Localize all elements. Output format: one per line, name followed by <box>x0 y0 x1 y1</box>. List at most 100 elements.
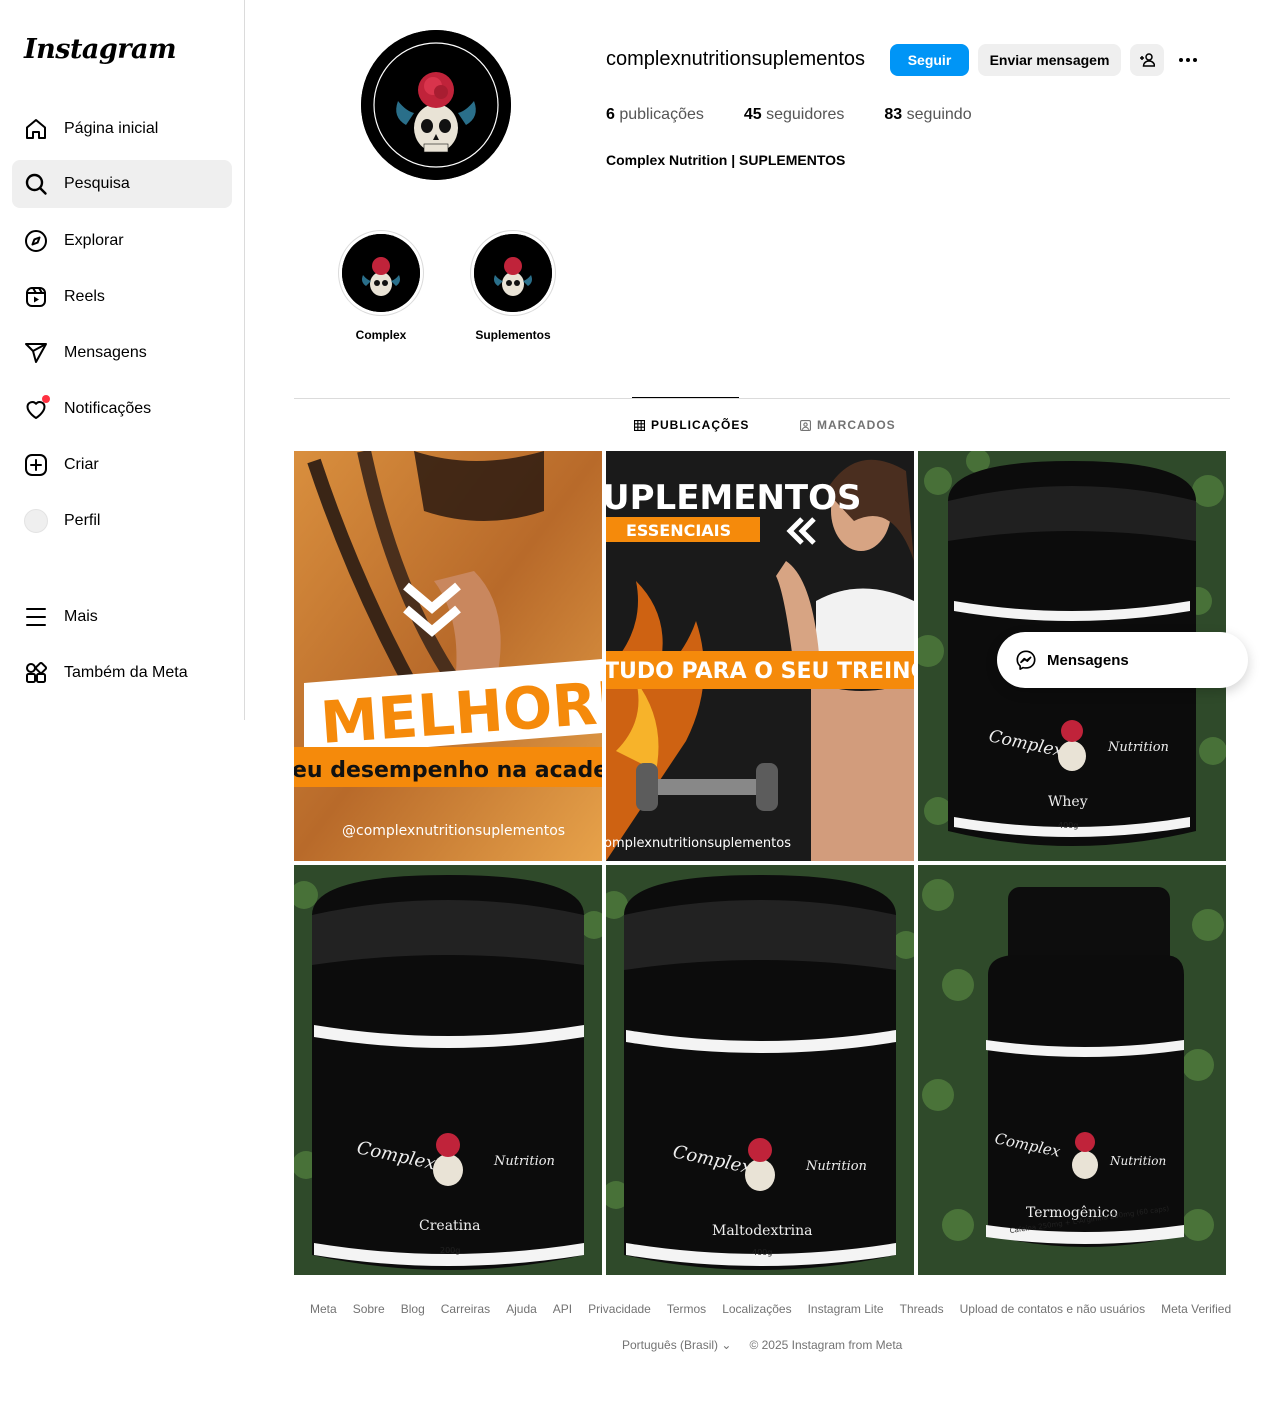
compass-icon <box>24 229 48 253</box>
floating-messages-button[interactable]: Mensagens <box>997 632 1248 688</box>
options-button[interactable] <box>1172 44 1204 76</box>
post-tag: ESSENCIAIS <box>626 521 731 540</box>
product-weight: 400g <box>752 1248 772 1257</box>
heart-icon <box>24 395 50 421</box>
footer-link[interactable]: Instagram Lite <box>808 1302 884 1316</box>
product-brand-secondary: Nutrition <box>1109 1154 1166 1168</box>
suggest-similar-button[interactable] <box>1130 44 1164 76</box>
notification-badge <box>42 395 50 403</box>
post-image: MELHORE eu desempenho na academ @complex… <box>294 451 602 861</box>
sidebar-item-notifications[interactable]: Notificações <box>12 385 232 433</box>
search-icon <box>24 172 48 196</box>
sidebar-item-explore[interactable]: Explorar <box>12 217 232 265</box>
product-name: Creatina <box>419 1218 481 1234</box>
skull-rose-logo-icon <box>342 234 420 312</box>
footer-link[interactable]: Threads <box>900 1302 944 1316</box>
messenger-icon <box>1016 650 1036 670</box>
post-subline: eu desempenho na academ <box>294 758 602 783</box>
tab-posts[interactable]: PUBLICAÇÕES <box>634 418 749 432</box>
followers-stat[interactable]: 45 seguidores <box>744 106 845 124</box>
tagged-icon <box>800 419 811 431</box>
footer-link[interactable]: Meta <box>310 1302 337 1316</box>
post-thumbnail[interactable]: UPLEMENTOS ESSENCIAIS TUDO PARA O SEU TR… <box>606 451 914 861</box>
sidebar-item-label: Criar <box>64 456 99 473</box>
add-person-icon <box>1140 53 1155 67</box>
post-image: Complex Nutrition Maltodextrina 400g <box>606 865 914 1275</box>
post-handle: omplexnutritionsuplementos <box>606 836 791 851</box>
footer-link[interactable]: API <box>553 1302 572 1316</box>
footer-bottom: Português (Brasil) ⌄ © 2025 Instagram fr… <box>622 1338 902 1352</box>
tab-tagged[interactable]: MARCADOS <box>800 418 896 432</box>
menu-icon <box>24 605 48 629</box>
product-name: Maltodextrina <box>712 1223 813 1239</box>
skull-rose-logo-icon <box>474 234 552 312</box>
highlight-label: Suplementos <box>475 328 551 342</box>
active-tab-indicator <box>632 397 739 398</box>
skull-rose-logo-icon <box>361 30 511 180</box>
sidebar-item-label: Mais <box>64 608 98 625</box>
footer-link[interactable]: Ajuda <box>506 1302 537 1316</box>
avatar-icon <box>24 509 48 533</box>
footer-link[interactable]: Upload de contatos e não usuários <box>960 1302 1145 1316</box>
footer-link[interactable]: Blog <box>401 1302 425 1316</box>
post-image: Complex Nutrition Termogênico Cafeína 25… <box>918 865 1226 1275</box>
sidebar-item-label: Também da Meta <box>64 664 188 681</box>
send-message-button[interactable]: Enviar mensagem <box>978 44 1121 76</box>
profile-stats: 6 publicações 45 seguidores 83 seguindo <box>606 106 972 124</box>
sidebar-item-messages[interactable]: Mensagens <box>12 329 232 377</box>
sidebar: Instagram Página inicial Pesquisa Explor… <box>0 0 245 720</box>
grid-icon <box>634 419 645 431</box>
footer-link[interactable]: Termos <box>667 1302 706 1316</box>
story-highlight[interactable]: Suplementos <box>470 230 556 342</box>
follow-button[interactable]: Seguir <box>890 44 969 76</box>
post-thumbnail[interactable]: Complex Nutrition Termogênico Cafeína 25… <box>918 865 1226 1275</box>
plus-square-icon <box>24 453 48 477</box>
sidebar-item-label: Mensagens <box>64 344 147 361</box>
story-highlight[interactable]: Complex <box>338 230 424 342</box>
sidebar-item-search[interactable]: Pesquisa <box>12 160 232 208</box>
posts-count-stat: 6 publicações <box>606 106 704 123</box>
language-select[interactable]: Português (Brasil) ⌄ <box>622 1338 731 1352</box>
post-thumbnail[interactable]: Complex Nutrition Maltodextrina 400g <box>606 865 914 1275</box>
footer-link[interactable]: Sobre <box>353 1302 385 1316</box>
sidebar-item-home[interactable]: Página inicial <box>12 105 232 153</box>
post-thumbnail[interactable]: MELHORE eu desempenho na academ @complex… <box>294 451 602 861</box>
sidebar-item-label: Notificações <box>64 400 152 417</box>
sidebar-item-label: Pesquisa <box>64 175 130 192</box>
sidebar-item-label: Página inicial <box>64 120 159 137</box>
product-brand-secondary: Nutrition <box>805 1159 867 1174</box>
tabs-divider <box>294 398 1230 399</box>
reels-icon <box>24 285 48 309</box>
sidebar-item-reels[interactable]: Reels <box>12 273 232 321</box>
sidebar-item-label: Reels <box>64 288 105 305</box>
footer-link[interactable]: Meta Verified <box>1161 1302 1231 1316</box>
post-headline: UPLEMENTOS <box>606 478 862 518</box>
product-name: Whey <box>1048 794 1088 810</box>
footer-link[interactable]: Carreiras <box>441 1302 490 1316</box>
product-weight: 200g <box>440 1246 460 1255</box>
product-brand-secondary: Nutrition <box>1107 740 1169 755</box>
profile-display-name: Complex Nutrition | SUPLEMENTOS <box>606 152 846 168</box>
sidebar-item-profile[interactable]: Perfil <box>12 497 232 545</box>
profile-username: complexnutritionsuplementos <box>606 48 866 70</box>
footer-link[interactable]: Privacidade <box>588 1302 651 1316</box>
profile-avatar[interactable] <box>361 30 511 180</box>
post-subline: TUDO PARA O SEU TREINO! <box>606 659 914 684</box>
floating-messages-label: Mensagens <box>1047 651 1129 669</box>
instagram-logo[interactable]: Instagram <box>24 34 177 65</box>
footer-links: Meta Sobre Blog Carreiras Ajuda API Priv… <box>310 1302 1231 1316</box>
footer-link[interactable]: Localizações <box>722 1302 791 1316</box>
highlight-label: Complex <box>355 328 407 342</box>
copyright: © 2025 Instagram from Meta <box>749 1338 903 1352</box>
following-stat[interactable]: 83 seguindo <box>884 106 971 124</box>
sidebar-item-also-from-meta[interactable]: Também da Meta <box>12 649 232 697</box>
sidebar-item-label: Explorar <box>64 232 124 249</box>
more-horizontal-icon <box>1179 58 1197 62</box>
post-handle: @complexnutritionsuplementos <box>342 823 565 839</box>
meta-apps-icon <box>24 661 48 685</box>
product-brand-secondary: Nutrition <box>493 1154 555 1169</box>
sidebar-item-more[interactable]: Mais <box>12 593 232 641</box>
sidebar-item-label: Perfil <box>64 512 101 529</box>
post-thumbnail[interactable]: Complex Nutrition Creatina 200g <box>294 865 602 1275</box>
sidebar-item-create[interactable]: Criar <box>12 441 232 489</box>
